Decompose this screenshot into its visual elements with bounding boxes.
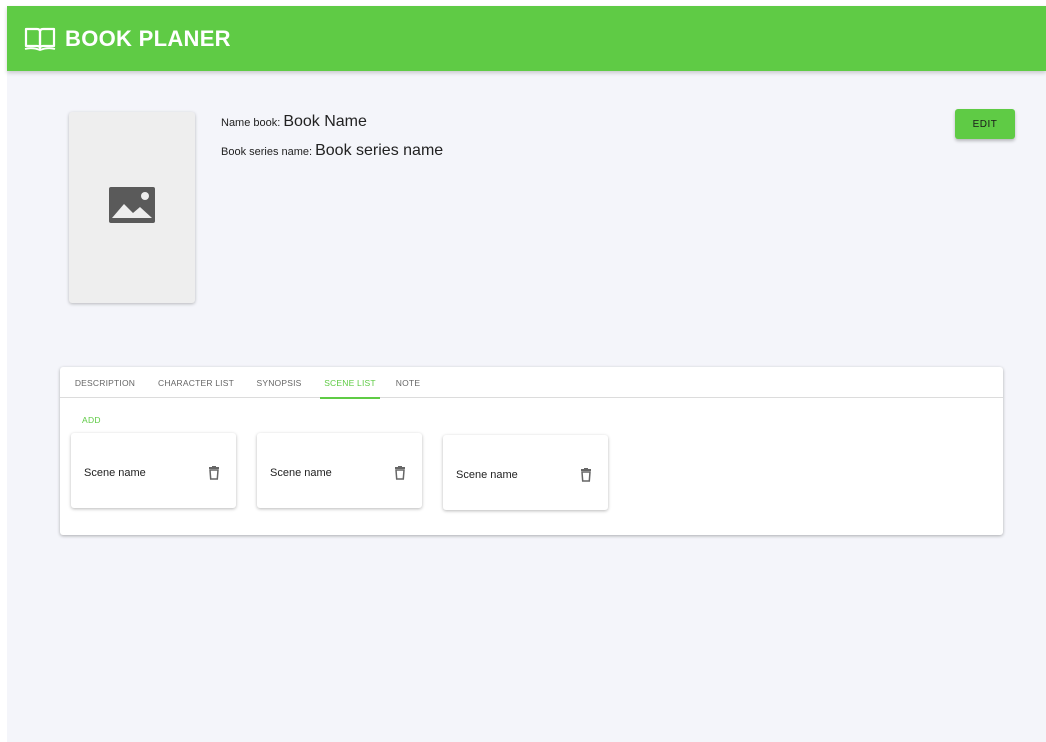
tab-bar: DESCRIPTION CHARACTER LIST SYNOPSIS SCEN… [60, 367, 1003, 399]
app-title: BOOK PLANER [65, 25, 231, 51]
book-name-value: Book Name [283, 113, 367, 130]
trash-icon[interactable] [580, 468, 592, 482]
open-book-icon [23, 24, 59, 54]
tab-character-list[interactable]: CHARACTER LIST [150, 367, 242, 398]
book-name-row: Name book: Book Name [221, 113, 367, 131]
book-cover[interactable] [69, 112, 195, 303]
app-bar: BOOK PLANER [7, 6, 1046, 71]
book-series-value: Book series name [315, 142, 444, 159]
scene-card[interactable]: Scene name [257, 433, 422, 508]
scene-name: Scene name [456, 469, 518, 481]
tab-synopsis[interactable]: SYNOPSIS [250, 367, 308, 398]
book-name-label: Name book: [221, 117, 281, 129]
scene-name: Scene name [270, 467, 332, 479]
scene-name: Scene name [84, 467, 146, 479]
trash-icon[interactable] [394, 466, 406, 480]
tab-scene-list[interactable]: SCENE LIST [320, 367, 380, 399]
scene-card[interactable]: Scene name [71, 433, 236, 508]
book-series-label: Book series name: [221, 146, 313, 158]
image-placeholder-icon [109, 187, 155, 228]
trash-icon[interactable] [208, 466, 220, 480]
book-series-row: Book series name: Book series name [221, 142, 443, 160]
tab-note[interactable]: NOTE [390, 367, 426, 398]
app-window: BOOK PLANER Name book: Book Name Book ser… [7, 6, 1046, 742]
scene-card[interactable]: Scene name [443, 435, 608, 510]
book-details-panel: DESCRIPTION CHARACTER LIST SYNOPSIS SCEN… [60, 367, 1003, 535]
tab-description[interactable]: DESCRIPTION [65, 367, 145, 398]
add-scene-button[interactable]: ADD [82, 415, 101, 425]
edit-button[interactable]: EDIT [955, 109, 1015, 139]
